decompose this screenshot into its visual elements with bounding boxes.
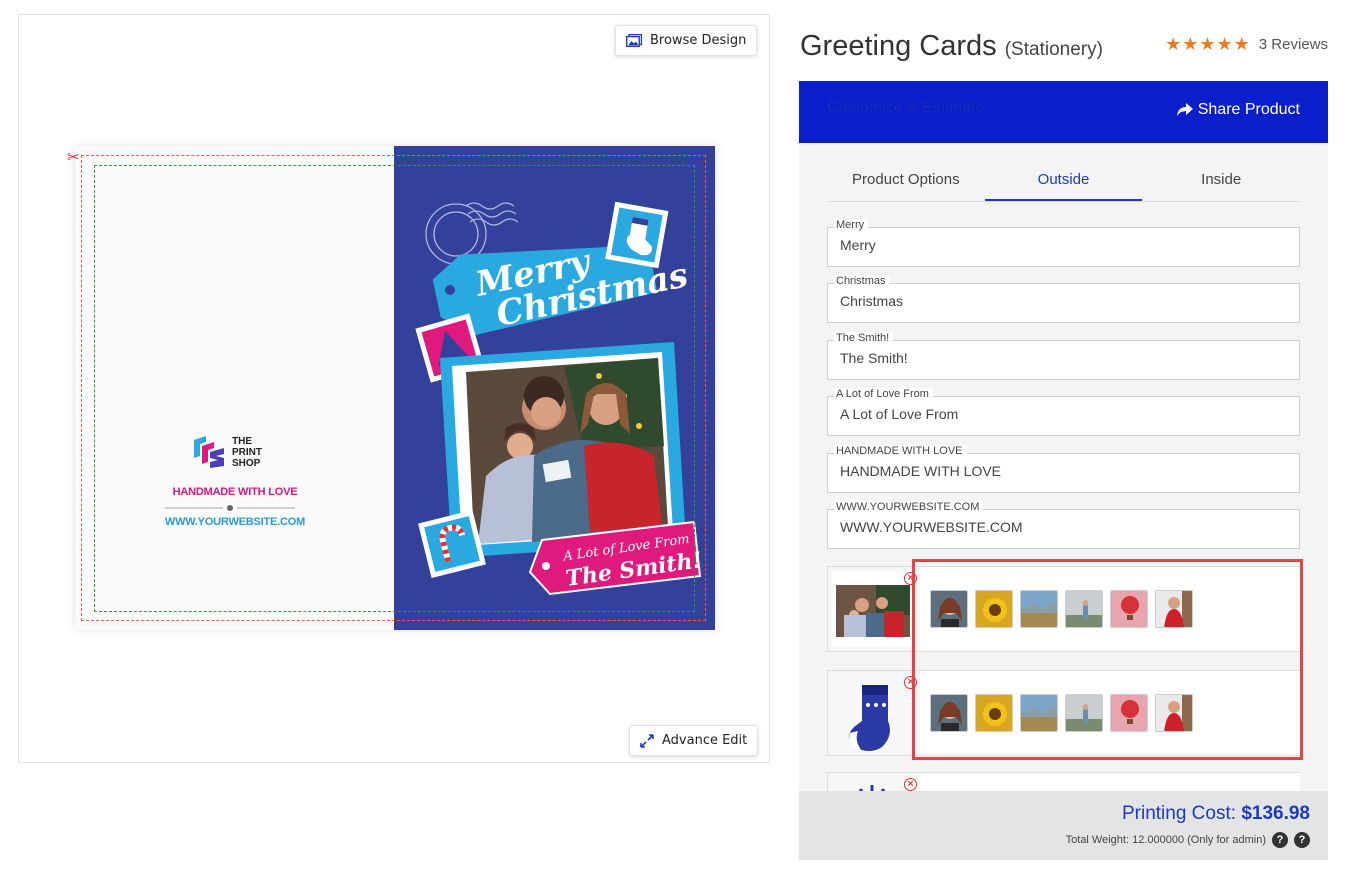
image-option-person-red[interactable] xyxy=(1155,590,1193,628)
field-label: HANDMADE WITH LOVE xyxy=(834,445,967,457)
card-front-artwork: Merry Christmas A Lot of Love From The S… xyxy=(415,201,704,596)
advance-edit-button[interactable]: Advance Edit xyxy=(629,725,759,756)
help-icon[interactable]: ? xyxy=(1272,832,1288,848)
tab-inside[interactable]: Inside xyxy=(1142,159,1300,201)
image-option-hiker[interactable] xyxy=(1065,694,1103,732)
help-icon[interactable]: ? xyxy=(1294,832,1310,848)
text-field-the-smith: The Smith! xyxy=(827,332,1300,380)
field-label: Merry xyxy=(834,219,869,231)
field-label: The Smith! xyxy=(834,332,894,344)
current-image-thumb[interactable] xyxy=(832,571,912,647)
image-option-portrait[interactable] xyxy=(930,694,968,732)
tab-outside[interactable]: Outside xyxy=(984,159,1143,201)
image-options xyxy=(920,567,1300,651)
share-icon xyxy=(1176,103,1193,116)
field-label: A Lot of Love From xyxy=(834,388,933,400)
browse-design-button[interactable]: Browse Design xyxy=(615,25,758,56)
tab-product-options[interactable]: Product Options xyxy=(827,159,985,201)
text-field-handmade: HANDMADE WITH LOVE xyxy=(827,445,1300,493)
share-product-button[interactable]: Share Product xyxy=(1176,101,1300,119)
product-header: Greeting Cards (Stationery) ★★★★★ 3 Revi… xyxy=(800,28,1330,68)
customize-bar: Customize & Estimate Share Product xyxy=(799,81,1328,143)
image-option-portrait[interactable] xyxy=(930,590,968,628)
options-panel: Product Options Outside Inside Merry Chr… xyxy=(799,143,1328,860)
text-input-merry[interactable] xyxy=(840,237,1280,253)
cost-footer: Printing Cost: $136.98 Total Weight: 12.… xyxy=(799,791,1328,860)
field-label: WWW.YOURWEBSITE.COM xyxy=(834,501,984,513)
product-rating[interactable]: ★★★★★ 3 Reviews xyxy=(1165,34,1328,55)
divider-star-icon xyxy=(165,505,295,511)
image-icon xyxy=(626,34,642,47)
text-field-merry: Merry xyxy=(827,219,1300,267)
image-option-sunflower[interactable] xyxy=(975,590,1013,628)
text-input-handmade[interactable] xyxy=(840,463,1280,479)
image-options xyxy=(920,671,1300,755)
handmade-text: HANDMADE WITH LOVE xyxy=(172,486,298,498)
text-input-love-from[interactable] xyxy=(840,406,1280,422)
image-slot-stocking: × xyxy=(827,670,1300,756)
printing-cost-label: Printing Cost: xyxy=(1121,803,1237,824)
image-option-hiker[interactable] xyxy=(1065,590,1103,628)
product-title: Greeting Cards xyxy=(800,30,997,62)
card-back-panel: THE PRINT SHOP HANDMADE WITH LOVE WWW.YO… xyxy=(75,146,394,630)
logo-text-line: PRINT xyxy=(232,446,262,458)
image-slot-photo: × xyxy=(827,566,1300,652)
expand-icon xyxy=(640,733,654,748)
stocking-stamp-icon xyxy=(605,201,669,269)
print-shop-logo: THE PRINT SHOP xyxy=(190,434,262,470)
text-input-the-smith[interactable] xyxy=(840,350,1280,366)
page-edge xyxy=(0,860,1358,870)
text-input-christmas[interactable] xyxy=(840,293,1280,309)
remove-image-icon[interactable]: × xyxy=(904,676,917,689)
field-label: Christmas xyxy=(834,275,890,287)
text-field-website: WWW.YOURWEBSITE.COM xyxy=(827,501,1300,549)
app-frame: Browse Design THE PRINT SHOP HANDMADE WI… xyxy=(0,0,1358,870)
printing-cost-value: $136.98 xyxy=(1241,803,1310,824)
printing-cost: Printing Cost: $136.98 xyxy=(1122,803,1310,825)
option-tabs: Product Options Outside Inside xyxy=(827,159,1300,202)
page-title: Greeting Cards (Stationery) xyxy=(800,30,1103,63)
website-text: WWW.YOURWEBSITE.COM xyxy=(164,516,306,528)
logo-mark-icon xyxy=(190,434,226,470)
advance-edit-label: Advance Edit xyxy=(662,733,748,748)
remove-image-icon[interactable]: × xyxy=(904,572,917,585)
logo-text-line: THE xyxy=(232,435,252,447)
scissors-icon: ✂ xyxy=(67,148,80,166)
total-weight: Total Weight: 12.000000 (Only for admin)… xyxy=(1066,832,1310,848)
page-edge xyxy=(1340,0,1358,870)
remove-image-icon[interactable]: × xyxy=(904,778,917,791)
text-input-website[interactable] xyxy=(840,519,1280,535)
share-product-label: Share Product xyxy=(1197,101,1300,118)
image-option-person-red[interactable] xyxy=(1155,694,1193,732)
card-front-panel: Merry Christmas A Lot of Love From The S… xyxy=(394,146,715,630)
text-field-love-from: A Lot of Love From xyxy=(827,388,1300,436)
browse-design-label: Browse Design xyxy=(650,33,747,48)
greeting-card-preview[interactable]: THE PRINT SHOP HANDMADE WITH LOVE WWW.YO… xyxy=(67,146,715,630)
reviews-link[interactable]: 3 Reviews xyxy=(1259,36,1328,53)
design-canvas: Browse Design THE PRINT SHOP HANDMADE WI… xyxy=(18,14,770,763)
image-option-landscape[interactable] xyxy=(1020,694,1058,732)
customize-title: Customize & Estimate xyxy=(827,99,985,116)
total-weight-text: Total Weight: 12.000000 (Only for admin) xyxy=(1065,834,1266,846)
image-option-balloon[interactable] xyxy=(1110,590,1148,628)
current-image-thumb[interactable] xyxy=(832,675,912,751)
photo-frame xyxy=(440,342,686,558)
image-option-sunflower[interactable] xyxy=(975,694,1013,732)
product-category: (Stationery) xyxy=(1004,39,1103,60)
image-option-landscape[interactable] xyxy=(1020,590,1058,628)
image-option-balloon[interactable] xyxy=(1110,694,1148,732)
logo-text-line: SHOP xyxy=(232,457,261,469)
family-photo xyxy=(466,358,668,544)
star-rating-icon: ★★★★★ xyxy=(1165,34,1251,55)
text-field-christmas: Christmas xyxy=(827,275,1300,323)
